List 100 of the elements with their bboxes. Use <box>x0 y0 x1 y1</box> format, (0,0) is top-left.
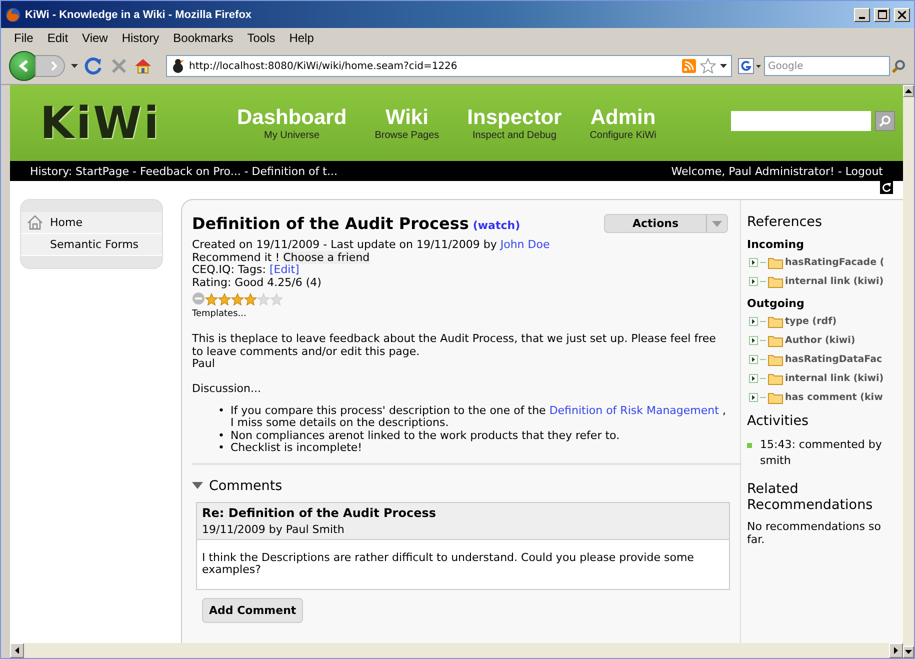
minimize-button[interactable] <box>854 8 870 22</box>
home-button[interactable] <box>134 57 152 75</box>
bird-icon <box>171 58 185 74</box>
bullet-mark: • <box>218 430 224 442</box>
bullet-mark: • <box>218 442 224 454</box>
chevron-left-icon <box>17 59 31 73</box>
page-title: Definition of the Audit Process <box>192 214 469 233</box>
dropdown-icon[interactable] <box>720 64 727 68</box>
refresh-icon[interactable] <box>880 181 893 194</box>
star-icon[interactable] <box>700 58 716 74</box>
nav-tab[interactable]: Inspector Inspect and Debug <box>467 106 562 140</box>
arrow-up-icon <box>905 89 912 93</box>
minimize-icon <box>859 16 865 18</box>
search-icon[interactable] <box>892 59 906 73</box>
expand-toggle[interactable] <box>749 393 758 402</box>
menu-item[interactable]: Tools <box>240 31 282 45</box>
recommendations-heading: Related Recommendations <box>747 481 874 513</box>
comment-text: I think the Descriptions are rather difficult to understand. Could you please provide some examples? <box>201 550 695 578</box>
reference-link[interactable]: has comment (kiw <box>785 392 883 403</box>
reload-icon <box>84 56 104 76</box>
edit-tags-link[interactable]: [Edit] <box>269 263 300 276</box>
created-text: Created on 19/11/2009 - Last update on 19/11/2009 by <box>192 238 497 251</box>
folder-icon <box>768 392 783 404</box>
reference-link[interactable]: Author (kiwi) <box>785 335 856 346</box>
close-button[interactable] <box>894 8 910 22</box>
comments-toggle[interactable]: Comments <box>192 478 282 494</box>
arrow-right-icon <box>894 647 898 654</box>
search-field[interactable]: Google <box>764 56 890 76</box>
vertical-scrollbar[interactable] <box>903 85 914 658</box>
horizontal-scrollbar[interactable] <box>10 643 903 658</box>
window-title: KiWi - Knowledge in a Wiki - Mozilla Firefox <box>25 8 253 20</box>
group-heading: Outgoing <box>747 297 806 310</box>
triangle-icon <box>751 260 756 265</box>
menu-item[interactable]: File <box>7 31 40 45</box>
discussion-point: Non compliances arenot linked to the work products that they refer to. <box>230 430 620 442</box>
recommend-text: Recommend it ! <box>192 250 280 264</box>
welcome-text[interactable]: Welcome, Paul Administrator! - Logout <box>671 164 883 178</box>
expand-toggle[interactable] <box>749 355 758 364</box>
nav-tab[interactable]: Admin Configure KiWi <box>590 106 656 140</box>
square-bullet-icon <box>747 443 752 448</box>
reference-link[interactable]: hasRatingDataFac <box>785 354 882 365</box>
reference-link[interactable]: type (rdf) <box>785 316 837 327</box>
menu-link[interactable]: Home <box>21 212 162 234</box>
g-icon[interactable] <box>738 58 762 74</box>
activities-heading: Activities <box>747 413 810 429</box>
rating-text: Rating: Good 4.25/6 (4) <box>192 276 322 289</box>
triangle-icon <box>751 376 756 381</box>
folder-icon <box>768 316 783 328</box>
maximize-button[interactable] <box>874 8 890 22</box>
expand-toggle[interactable] <box>749 258 758 267</box>
triangle-icon <box>751 357 756 362</box>
choose-friend-link[interactable]: Choose a friend <box>283 250 370 264</box>
address-field[interactable]: http://localhost:8080/KiWi/wiki/home.seam?cid=1226 <box>166 55 732 77</box>
history-dropdown[interactable] <box>71 64 78 68</box>
menu-item[interactable]: History <box>114 31 166 45</box>
site-search-field[interactable] <box>731 111 871 131</box>
firefox-icon <box>5 6 21 22</box>
expand-toggle[interactable] <box>749 336 758 345</box>
close-icon <box>898 10 906 18</box>
nav-tab[interactable]: Wiki Browse Pages <box>374 106 440 140</box>
watch-link[interactable]: (watch) <box>472 219 520 232</box>
reference-link[interactable]: hasRatingFacade ( <box>785 257 884 268</box>
discussion-point: Checklist is incomplete! <box>230 442 362 454</box>
triangle-icon <box>751 279 756 284</box>
risk-management-link[interactable]: Definition of Risk Management <box>549 404 719 416</box>
triangle-icon <box>751 338 756 343</box>
bullet-mark: • <box>218 404 224 418</box>
menu-item[interactable]: Edit <box>40 31 76 45</box>
reload-button[interactable] <box>84 56 104 76</box>
folder-icon <box>768 276 783 288</box>
author-link[interactable]: John Doe <box>500 238 550 251</box>
menu-link[interactable]: Semantic Forms <box>21 234 162 256</box>
actions-dropdown[interactable]: Actions <box>604 214 728 233</box>
history-breadcrumb[interactable]: History: StartPage - Feedback on Pro... - Definition of t... <box>30 164 338 178</box>
expand-toggle[interactable] <box>749 277 758 286</box>
chevron-right-icon <box>50 61 58 71</box>
folder-icon <box>768 334 783 346</box>
home-icon <box>134 57 152 75</box>
kiwi-logo: KiWi <box>40 98 162 148</box>
caret-icon <box>71 64 78 68</box>
star-rating[interactable] <box>205 293 283 306</box>
reference-link[interactable]: internal link (kiwi) <box>785 373 884 384</box>
group-heading: Incoming <box>747 238 805 251</box>
search-button[interactable] <box>875 111 895 131</box>
discussion-text: Discussion... <box>192 382 262 394</box>
triangle-icon <box>751 395 756 400</box>
maximize-icon <box>878 10 886 19</box>
page-text: This is theplace to leave feedback about the Audit Process, that we just set up. Please feel free to leave comments and/or edit this page. Paul <box>192 333 717 370</box>
templates-link[interactable]: Templates... <box>192 309 740 319</box>
add-comment-button[interactable]: Add Comment <box>202 598 304 622</box>
arrow-down-icon <box>905 650 912 654</box>
expand-toggle[interactable] <box>749 317 758 326</box>
references-heading: References <box>747 214 824 230</box>
house-icon <box>27 215 43 230</box>
menu-item[interactable]: Help <box>282 31 321 45</box>
expand-toggle[interactable] <box>749 374 758 383</box>
menu-item[interactable]: Bookmarks <box>166 31 240 45</box>
nav-tab[interactable]: Dashboard My Universe <box>237 106 347 140</box>
menu-item[interactable]: View <box>75 31 115 45</box>
reference-link[interactable]: internal link (kiwi) <box>785 276 884 287</box>
